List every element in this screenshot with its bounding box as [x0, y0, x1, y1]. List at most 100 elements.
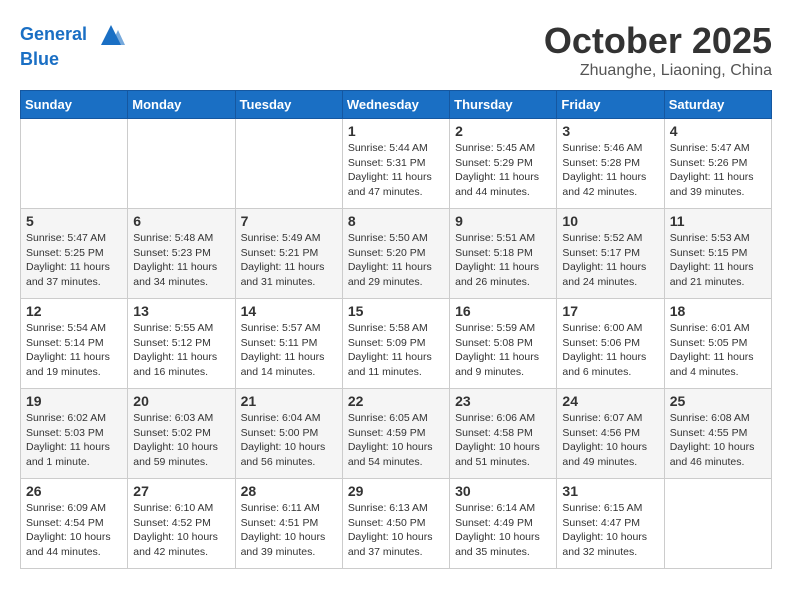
logo-icon [96, 20, 126, 50]
day-number-28: 28 [241, 483, 337, 499]
day-cell-25: 25 Sunrise: 6:08 AMSunset: 4:55 PMDayligh… [664, 389, 771, 479]
location: Zhuanghe, Liaoning, China [544, 62, 772, 80]
week-row-5: 26 Sunrise: 6:09 AMSunset: 4:54 PMDayligh… [21, 479, 772, 569]
day-cell-17: 17Sunrise: 6:00 AMSunset: 5:06 PMDayligh… [557, 299, 664, 389]
day-number-4: 4 [670, 123, 766, 139]
month-title: October 2025 [544, 20, 772, 62]
day-info-16: Sunrise: 5:59 AMSunset: 5:08 PMDaylight:… [455, 321, 551, 380]
day-cell-19: 19 Sunrise: 6:02 AMSunset: 5:03 PMDayligh… [21, 389, 128, 479]
day-info-18: Sunrise: 6:01 AMSunset: 5:05 PMDaylight:… [670, 321, 766, 380]
day-info-26: Sunrise: 6:09 AMSunset: 4:54 PMDaylight:… [26, 501, 122, 560]
day-info-19: Sunrise: 6:02 AMSunset: 5:03 PMDaylight:… [26, 411, 122, 470]
day-cell-20: 20 Sunrise: 6:03 AMSunset: 5:02 PMDayligh… [128, 389, 235, 479]
day-info-5: Sunrise: 5:47 AMSunset: 5:25 PMDaylight:… [26, 231, 122, 290]
day-info-6: Sunrise: 5:48 AMSunset: 5:23 PMDaylight:… [133, 231, 229, 290]
day-cell-5: 5 Sunrise: 5:47 AMSunset: 5:25 PMDaylight… [21, 209, 128, 299]
day-number-5: 5 [26, 213, 122, 229]
weekday-saturday: Saturday [664, 91, 771, 119]
day-cell-24: 24 Sunrise: 6:07 AMSunset: 4:56 PMDayligh… [557, 389, 664, 479]
calendar-table: SundayMondayTuesdayWednesdayThursdayFrid… [20, 90, 772, 569]
day-info-24: Sunrise: 6:07 AMSunset: 4:56 PMDaylight:… [562, 411, 658, 470]
day-number-9: 9 [455, 213, 551, 229]
day-number-18: 18 [670, 303, 766, 319]
day-cell-12: 12 Sunrise: 5:54 AMSunset: 5:14 PMDayligh… [21, 299, 128, 389]
day-info-14: Sunrise: 5:57 AMSunset: 5:11 PMDaylight:… [241, 321, 337, 380]
weekday-tuesday: Tuesday [235, 91, 342, 119]
day-cell-21: 21Sunrise: 6:04 AMSunset: 5:00 PMDayligh… [235, 389, 342, 479]
day-number-30: 30 [455, 483, 551, 499]
day-info-17: Sunrise: 6:00 AMSunset: 5:06 PMDaylight:… [562, 321, 658, 380]
week-row-3: 12 Sunrise: 5:54 AMSunset: 5:14 PMDayligh… [21, 299, 772, 389]
day-cell-27: 27 Sunrise: 6:10 AMSunset: 4:52 PMDayligh… [128, 479, 235, 569]
title-section: October 2025 Zhuanghe, Liaoning, China [544, 20, 772, 80]
day-number-15: 15 [348, 303, 444, 319]
day-number-11: 11 [670, 213, 766, 229]
day-info-29: Sunrise: 6:13 AMSunset: 4:50 PMDaylight:… [348, 501, 444, 560]
day-info-22: Sunrise: 6:05 AMSunset: 4:59 PMDaylight:… [348, 411, 444, 470]
weekday-wednesday: Wednesday [342, 91, 449, 119]
day-cell-7: 7 Sunrise: 5:49 AMSunset: 5:21 PMDaylight… [235, 209, 342, 299]
day-cell-30: 30 Sunrise: 6:14 AMSunset: 4:49 PMDayligh… [450, 479, 557, 569]
day-number-24: 24 [562, 393, 658, 409]
day-number-13: 13 [133, 303, 229, 319]
day-number-6: 6 [133, 213, 229, 229]
day-number-25: 25 [670, 393, 766, 409]
day-info-2: Sunrise: 5:45 AMSunset: 5:29 PMDaylight:… [455, 141, 551, 200]
day-number-8: 8 [348, 213, 444, 229]
day-info-1: Sunrise: 5:44 AMSunset: 5:31 PMDaylight:… [348, 141, 444, 200]
day-info-27: Sunrise: 6:10 AMSunset: 4:52 PMDaylight:… [133, 501, 229, 560]
day-info-10: Sunrise: 5:52 AMSunset: 5:17 PMDaylight:… [562, 231, 658, 290]
day-info-7: Sunrise: 5:49 AMSunset: 5:21 PMDaylight:… [241, 231, 337, 290]
day-number-31: 31 [562, 483, 658, 499]
day-cell-23: 23Sunrise: 6:06 AMSunset: 4:58 PMDayligh… [450, 389, 557, 479]
day-cell-3: 3 Sunrise: 5:46 AMSunset: 5:28 PMDaylight… [557, 119, 664, 209]
day-cell-9: 9 Sunrise: 5:51 AMSunset: 5:18 PMDaylight… [450, 209, 557, 299]
day-number-22: 22 [348, 393, 444, 409]
day-info-21: Sunrise: 6:04 AMSunset: 5:00 PMDaylight:… [241, 411, 337, 470]
day-cell-6: 6 Sunrise: 5:48 AMSunset: 5:23 PMDaylight… [128, 209, 235, 299]
day-info-25: Sunrise: 6:08 AMSunset: 4:55 PMDaylight:… [670, 411, 766, 470]
logo: General Blue [20, 20, 126, 70]
day-cell-14: 14Sunrise: 5:57 AMSunset: 5:11 PMDayligh… [235, 299, 342, 389]
day-cell-18: 18 Sunrise: 6:01 AMSunset: 5:05 PMDayligh… [664, 299, 771, 389]
day-info-20: Sunrise: 6:03 AMSunset: 5:02 PMDaylight:… [133, 411, 229, 470]
day-number-12: 12 [26, 303, 122, 319]
day-info-13: Sunrise: 5:55 AMSunset: 5:12 PMDaylight:… [133, 321, 229, 380]
day-cell-8: 8 Sunrise: 5:50 AMSunset: 5:20 PMDaylight… [342, 209, 449, 299]
weekday-thursday: Thursday [450, 91, 557, 119]
week-row-2: 5 Sunrise: 5:47 AMSunset: 5:25 PMDaylight… [21, 209, 772, 299]
day-cell-28: 28Sunrise: 6:11 AMSunset: 4:51 PMDayligh… [235, 479, 342, 569]
day-cell-2: 2Sunrise: 5:45 AMSunset: 5:29 PMDaylight… [450, 119, 557, 209]
day-cell-29: 29Sunrise: 6:13 AMSunset: 4:50 PMDayligh… [342, 479, 449, 569]
page-header: General Blue October 2025 Zhuanghe, Liao… [20, 20, 772, 80]
day-number-3: 3 [562, 123, 658, 139]
day-number-19: 19 [26, 393, 122, 409]
day-cell-1: 1Sunrise: 5:44 AMSunset: 5:31 PMDaylight… [342, 119, 449, 209]
logo-general: General [20, 24, 87, 44]
day-cell-31: 31Sunrise: 6:15 AMSunset: 4:47 PMDayligh… [557, 479, 664, 569]
empty-cell [21, 119, 128, 209]
day-info-8: Sunrise: 5:50 AMSunset: 5:20 PMDaylight:… [348, 231, 444, 290]
day-number-10: 10 [562, 213, 658, 229]
day-info-4: Sunrise: 5:47 AMSunset: 5:26 PMDaylight:… [670, 141, 766, 200]
day-info-30: Sunrise: 6:14 AMSunset: 4:49 PMDaylight:… [455, 501, 551, 560]
day-info-15: Sunrise: 5:58 AMSunset: 5:09 PMDaylight:… [348, 321, 444, 380]
day-number-27: 27 [133, 483, 229, 499]
day-number-7: 7 [241, 213, 337, 229]
empty-cell [664, 479, 771, 569]
day-info-12: Sunrise: 5:54 AMSunset: 5:14 PMDaylight:… [26, 321, 122, 380]
day-cell-11: 11Sunrise: 5:53 AMSunset: 5:15 PMDayligh… [664, 209, 771, 299]
day-number-23: 23 [455, 393, 551, 409]
day-info-9: Sunrise: 5:51 AMSunset: 5:18 PMDaylight:… [455, 231, 551, 290]
day-info-3: Sunrise: 5:46 AMSunset: 5:28 PMDaylight:… [562, 141, 658, 200]
day-number-20: 20 [133, 393, 229, 409]
week-row-1: 1Sunrise: 5:44 AMSunset: 5:31 PMDaylight… [21, 119, 772, 209]
logo-text: General [20, 20, 126, 50]
week-row-4: 19 Sunrise: 6:02 AMSunset: 5:03 PMDayligh… [21, 389, 772, 479]
day-number-26: 26 [26, 483, 122, 499]
day-cell-4: 4 Sunrise: 5:47 AMSunset: 5:26 PMDaylight… [664, 119, 771, 209]
day-cell-26: 26 Sunrise: 6:09 AMSunset: 4:54 PMDayligh… [21, 479, 128, 569]
day-cell-10: 10 Sunrise: 5:52 AMSunset: 5:17 PMDayligh… [557, 209, 664, 299]
empty-cell [128, 119, 235, 209]
logo-blue: Blue [20, 50, 126, 70]
